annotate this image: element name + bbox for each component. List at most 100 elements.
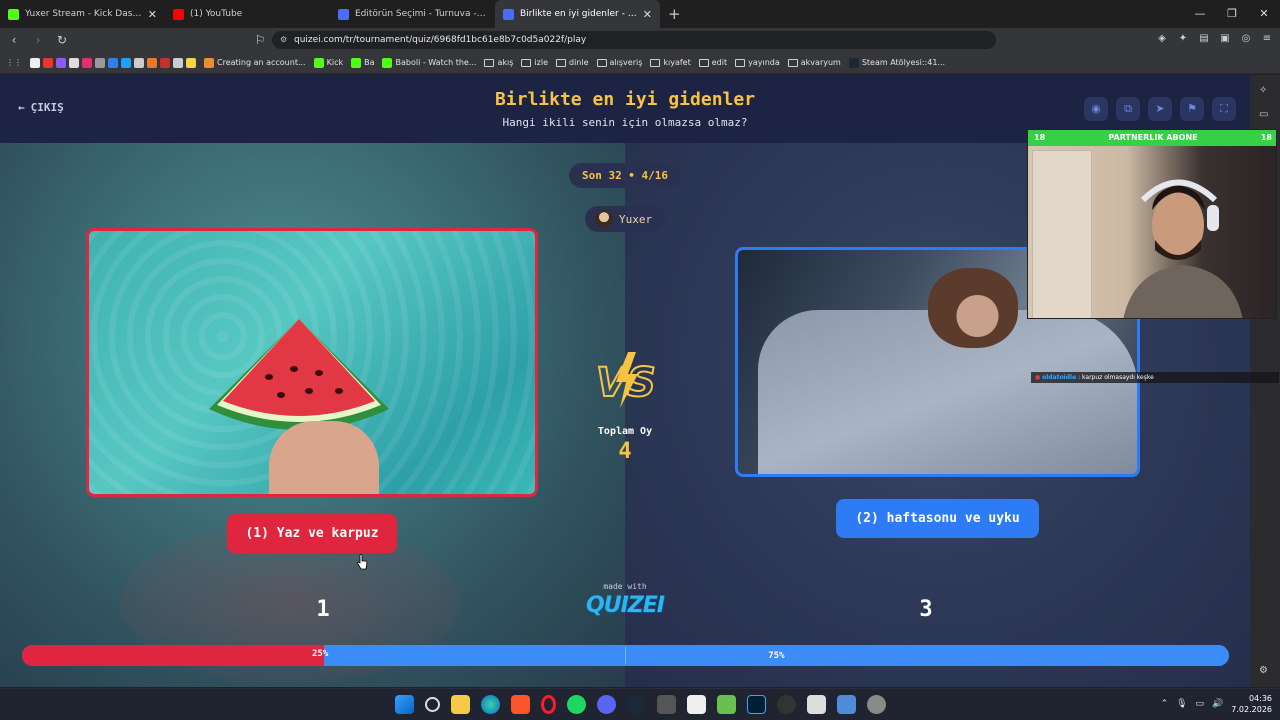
minimize-icon[interactable]: — (1184, 0, 1216, 28)
settings-icon[interactable]: ⚙ (1259, 665, 1271, 677)
bookmark-icon[interactable]: ⚐ (250, 33, 270, 47)
option-1-image[interactable] (86, 228, 538, 497)
close-icon[interactable]: ✕ (643, 8, 652, 21)
bookmark-label: Steam Atölyesi::41... (861, 58, 946, 67)
bookmark-folder[interactable]: akış (484, 58, 513, 67)
avatar (595, 210, 613, 228)
vpn-icon[interactable]: ◎ (1239, 32, 1253, 46)
browser-toolbar: ‹ › ↻ ⚐ ⚙ quizei.com/tr/tournament/quiz/… (0, 28, 1280, 52)
bookmark-favicons[interactable] (30, 57, 196, 68)
vs-icon: VS (595, 352, 657, 408)
close-icon[interactable]: ✕ (148, 8, 157, 21)
clock-time: 04:36 (1248, 694, 1272, 703)
bookmark-item[interactable]: Creating an account... (204, 57, 306, 68)
tab-quizei-editor[interactable]: Editörün Seçimi - Turnuva - Quizei (330, 0, 495, 28)
bookmark-label: edit (711, 58, 728, 67)
shield-icon[interactable]: ◈ (1155, 32, 1169, 46)
menu-icon[interactable]: ≡ (1260, 32, 1274, 46)
option-1-percent: 25% (312, 649, 329, 659)
taskbar-apps (395, 695, 886, 714)
spotify-icon[interactable] (567, 695, 586, 714)
bookmark-folder[interactable]: kıyafet (650, 58, 691, 67)
option-2-vote-count: 3 (919, 597, 933, 622)
quizei-icon (503, 8, 514, 20)
option-1-button[interactable]: (1) Yaz ve karpuz (227, 514, 397, 553)
clock[interactable]: 04:36 7.02.2026 (1231, 693, 1272, 715)
bookmark-folder[interactable]: yayında (735, 58, 780, 67)
extensions-icon[interactable]: ✦ (1176, 32, 1190, 46)
chat-username: oldatoidle (1042, 374, 1077, 381)
page-title: Birlikte en iyi gidenler (494, 89, 756, 110)
bookmark-folder[interactable]: alışveriş (596, 58, 642, 67)
new-tab-icon[interactable]: + (660, 5, 689, 23)
tab-youtube[interactable]: (1) YouTube (165, 0, 330, 28)
wallet-icon[interactable]: ▣ (1218, 32, 1232, 46)
steam-icon[interactable] (627, 695, 646, 714)
close-window-icon[interactable]: ✕ (1248, 0, 1280, 28)
sidebar-tabs-icon[interactable]: ▭ (1259, 109, 1271, 121)
option-2-button[interactable]: (2) haftasonu ve uyku (836, 499, 1039, 538)
creator-badge[interactable]: Yuxer (585, 206, 665, 232)
tab-quizei-tierlist[interactable]: Birlikte en iyi gidenler - Tier List... … (495, 0, 660, 28)
obs-icon[interactable] (777, 695, 796, 714)
opera-icon[interactable] (541, 695, 556, 714)
system-tray: ⌃ 🎙 ▭ 🔊 04:36 7.02.2026 (1161, 693, 1272, 715)
tab-title: Birlikte en iyi gidenler - Tier List... (520, 9, 637, 19)
quizei-logo: QUIZEI (586, 593, 665, 618)
kick-icon (8, 8, 19, 20)
bookmark-item[interactable]: Kick (313, 57, 343, 68)
flag-icon[interactable]: ⚑ (1180, 97, 1204, 121)
bookmark-folder[interactable]: izle (521, 58, 548, 67)
bookmark-label: yayında (748, 58, 780, 67)
back-icon[interactable]: ‹ (4, 33, 24, 47)
address-bar[interactable]: ⚙ quizei.com/tr/tournament/quiz/6968fd1b… (272, 31, 996, 49)
chat-badge-icon: ● (1035, 374, 1041, 381)
fullscreen-icon[interactable]: ⛶ (1212, 97, 1236, 121)
webcam-door (1032, 150, 1092, 318)
file-explorer-icon[interactable] (451, 695, 470, 714)
bookmark-folder[interactable]: akvaryum (787, 58, 841, 67)
app-icon[interactable] (807, 695, 826, 714)
bookmark-folder[interactable]: dinle (556, 58, 589, 67)
calculator-icon[interactable] (657, 695, 676, 714)
volume-icon[interactable]: 🔊 (1212, 699, 1223, 709)
capcut-icon[interactable] (687, 695, 706, 714)
reload-icon[interactable]: ↻ (52, 33, 72, 47)
site-info-icon[interactable]: ⚙ (280, 31, 287, 49)
edge-icon[interactable] (481, 695, 500, 714)
network-icon[interactable]: ▭ (1196, 699, 1205, 709)
bookmark-item[interactable]: Ba (351, 57, 374, 68)
bookmark-folder[interactable]: edit (698, 58, 728, 67)
app-icon[interactable] (837, 695, 856, 714)
bookmark-label: Baboli - Watch the... (395, 58, 477, 67)
apps-icon[interactable]: ⋮⋮ (6, 58, 22, 67)
tab-title: (1) YouTube (190, 9, 243, 19)
url-text: quizei.com/tr/tournament/quiz/6968fd1bc6… (294, 35, 587, 45)
settings-icon[interactable] (867, 695, 886, 714)
photoshop-icon[interactable] (747, 695, 766, 714)
bookmark-item[interactable]: Steam Atölyesi::41... (848, 57, 946, 68)
forward-icon[interactable]: › (28, 33, 48, 47)
sidebar-ai-icon[interactable]: ✧ (1259, 85, 1271, 97)
bookmark-label: dinle (569, 58, 589, 67)
brave-icon[interactable] (511, 695, 530, 714)
chat-text: : karpuz olmasaydı keşke (1078, 374, 1154, 381)
banner-number: 18 (1034, 133, 1046, 142)
send-icon[interactable]: ➤ (1148, 97, 1172, 121)
app-icon[interactable] (717, 695, 736, 714)
bookmarks-bar: ⋮⋮ Creating an account... Kick Ba Baboli… (0, 52, 1280, 74)
eye-icon[interactable]: ◉ (1084, 97, 1108, 121)
windows-start-icon[interactable] (395, 695, 414, 714)
discord-icon[interactable] (597, 695, 616, 714)
share-icon[interactable]: ⧉ (1116, 97, 1140, 121)
search-icon[interactable] (425, 697, 440, 712)
bookmark-item[interactable]: Baboli - Watch the... (382, 57, 477, 68)
clock-date: 7.02.2026 (1231, 705, 1272, 714)
chevron-up-icon[interactable]: ⌃ (1161, 699, 1169, 709)
option-2-vote-fill: 75% (323, 645, 1229, 666)
tab-kick-dashboard[interactable]: Yuxer Stream - Kick Dashboard ✕ (0, 0, 165, 28)
microphone-icon[interactable]: 🎙 (1176, 699, 1187, 709)
restore-icon[interactable]: ❐ (1216, 0, 1248, 28)
sidebar-icon[interactable]: ▤ (1197, 32, 1211, 46)
bookmark-label: akış (497, 58, 514, 67)
